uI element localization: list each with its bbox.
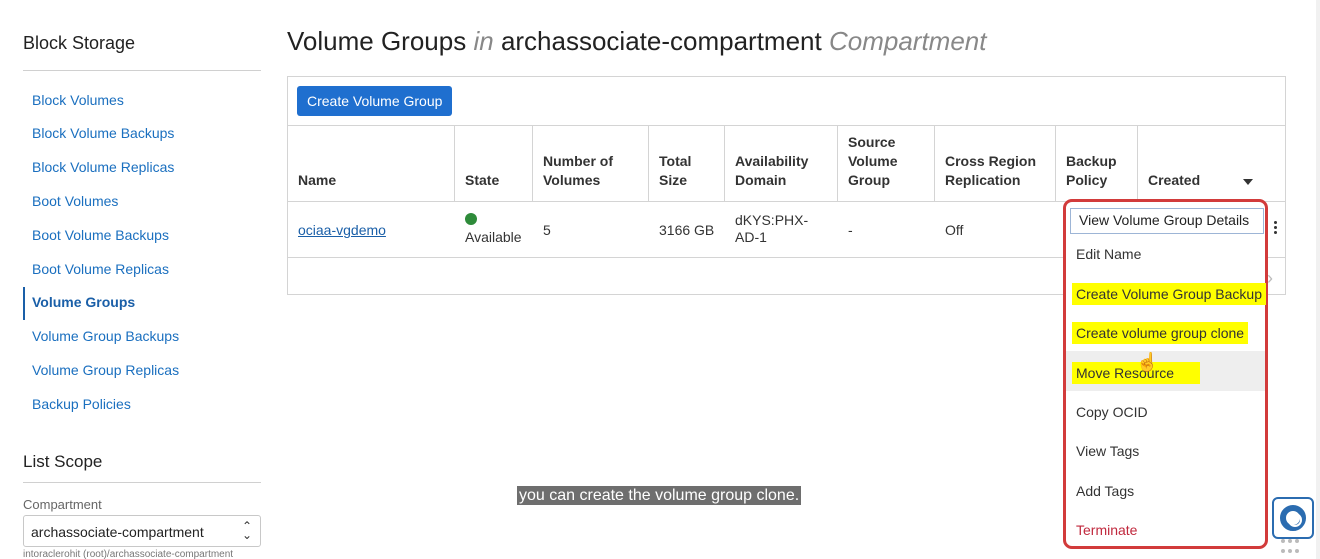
help-button[interactable] bbox=[1272, 497, 1314, 539]
column-header-number-of-volumes[interactable]: Number of Volumes bbox=[533, 126, 649, 202]
menu-item-copy-ocid[interactable]: Copy OCID bbox=[1076, 404, 1148, 420]
status-dot bbox=[465, 213, 477, 225]
column-header-created-label: Created bbox=[1148, 172, 1201, 188]
row-volumes: 5 bbox=[543, 222, 551, 238]
sort-caret-icon[interactable] bbox=[1243, 179, 1253, 185]
sidebar-item-block-volumes[interactable]: Block Volumes bbox=[32, 92, 124, 108]
table-header: Name State Number of Volumes Total Size … bbox=[288, 125, 1285, 202]
column-header-availability-domain[interactable]: Availability Domain bbox=[725, 126, 838, 202]
menu-item-create-backup[interactable]: Create Volume Group Backup bbox=[1072, 283, 1266, 305]
sidebar-item-block-volume-replicas[interactable]: Block Volume Replicas bbox=[32, 159, 174, 175]
column-header-total-size[interactable]: Total Size bbox=[649, 126, 725, 202]
page-title-in: in bbox=[473, 26, 494, 56]
grid-dots-icon[interactable] bbox=[1281, 539, 1303, 555]
column-header-created[interactable]: Created bbox=[1138, 126, 1285, 202]
help-lifebuoy-icon bbox=[1280, 505, 1306, 531]
sidebar-item-volume-group-replicas[interactable]: Volume Group Replicas bbox=[32, 362, 179, 378]
page-title-suffix: Compartment bbox=[828, 26, 987, 56]
sidebar-item-boot-volume-backups[interactable]: Boot Volume Backups bbox=[32, 227, 169, 243]
create-volume-group-button[interactable]: Create Volume Group bbox=[297, 86, 453, 116]
column-header-backup-policy[interactable]: Backup Policy bbox=[1056, 126, 1138, 202]
sidebar-item-block-volume-backups[interactable]: Block Volume Backups bbox=[32, 125, 174, 141]
page-title: Volume Groups in archassociate-compartme… bbox=[287, 26, 986, 57]
menu-item-view-tags[interactable]: View Tags bbox=[1076, 443, 1139, 459]
divider bbox=[23, 482, 261, 483]
page-title-name: Volume Groups bbox=[287, 26, 467, 56]
column-header-state[interactable]: State bbox=[455, 126, 533, 202]
menu-item-view-details[interactable]: View Volume Group Details bbox=[1070, 208, 1264, 234]
select-chevrons-icon: ⌃ ⌄ bbox=[241, 519, 252, 542]
sidebar-item-boot-volume-replicas[interactable]: Boot Volume Replicas bbox=[32, 261, 169, 277]
menu-item-add-tags[interactable]: Add Tags bbox=[1076, 483, 1134, 499]
compartment-label: Compartment bbox=[23, 497, 102, 512]
compartment-select[interactable]: archassociate-compartment ⌃ ⌄ bbox=[23, 515, 261, 547]
column-header-cross-region-replication[interactable]: Cross Region Replication bbox=[935, 126, 1056, 202]
row-size: 3166 GB bbox=[659, 222, 715, 238]
sidebar-item-volume-group-backups[interactable]: Volume Group Backups bbox=[32, 328, 179, 344]
actions-menu: View Volume Group Details Edit Name Crea… bbox=[1063, 199, 1268, 549]
video-caption: you can create the volume group clone. bbox=[517, 486, 802, 505]
row-replication: Off bbox=[945, 222, 964, 238]
scrollbar[interactable] bbox=[1316, 0, 1320, 559]
row-state-cell: Available bbox=[455, 213, 532, 246]
kebab-icon[interactable] bbox=[1272, 221, 1278, 234]
sidebar-item-backup-policies[interactable]: Backup Policies bbox=[32, 396, 131, 412]
menu-item-create-clone[interactable]: Create volume group clone bbox=[1072, 322, 1249, 344]
compartment-path: intoraclerohit (root)/archassociate-comp… bbox=[23, 549, 234, 559]
sidebar-item-volume-groups[interactable]: Volume Groups bbox=[32, 294, 135, 310]
page-title-compartment: archassociate-compartment bbox=[500, 26, 822, 56]
menu-item-edit-name[interactable]: Edit Name bbox=[1076, 246, 1141, 262]
row-name-cell: ociaa-vgdemo bbox=[288, 222, 396, 239]
menu-item-terminate[interactable]: Terminate bbox=[1076, 522, 1137, 538]
row-availability-domain: dKYS:PHX-AD-1 bbox=[735, 212, 809, 245]
list-scope-title: List Scope bbox=[23, 452, 103, 471]
column-header-name[interactable]: Name bbox=[288, 126, 455, 202]
divider bbox=[23, 70, 261, 71]
active-indicator bbox=[23, 287, 25, 320]
sidebar-title: Block Storage bbox=[23, 33, 136, 53]
hand-cursor-icon: ☝ bbox=[1136, 352, 1159, 372]
compartment-value: archassociate-compartment bbox=[31, 524, 204, 540]
row-source: - bbox=[848, 222, 853, 238]
row-state: Available bbox=[465, 229, 522, 245]
column-header-source-volume-group[interactable]: Source Volume Group bbox=[838, 126, 935, 202]
volume-group-link[interactable]: ociaa-vgdemo bbox=[298, 222, 386, 238]
sidebar-item-boot-volumes[interactable]: Boot Volumes bbox=[32, 193, 118, 209]
